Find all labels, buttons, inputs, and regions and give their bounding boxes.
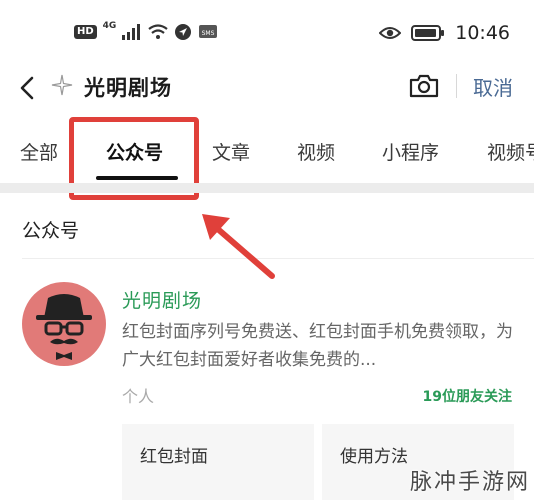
svg-text:SMS: SMS: [202, 30, 215, 37]
watermark: 脉冲手游网: [409, 470, 530, 495]
clock: 10:46: [455, 22, 510, 44]
back-button[interactable]: [14, 72, 42, 104]
sms-icon: SMS: [199, 25, 218, 38]
menu-item-red-envelope-cover[interactable]: 红包封面: [122, 424, 314, 500]
section-title: 公众号: [22, 220, 80, 242]
status-right: 10:46: [379, 22, 510, 44]
tab-channels[interactable]: 视频号: [487, 138, 534, 165]
header-divider: [456, 74, 457, 98]
annotation-arrow-icon: [202, 214, 275, 279]
sparkle-icon: [50, 73, 74, 97]
account-description: 红包封面序列号免费送、红包封面手机免费领取，为广大红包封面爱好者收集免费的...: [122, 322, 513, 370]
status-left: HD 4G SMS: [74, 21, 218, 41]
section-separator: [0, 183, 534, 193]
chevron-left-icon: [20, 76, 34, 100]
tab-mini-programs[interactable]: 小程序: [382, 138, 439, 165]
network-type: 4G: [102, 21, 117, 31]
signal-icon: [122, 24, 141, 40]
tab-all[interactable]: 全部: [20, 138, 58, 165]
camera-icon: [409, 74, 439, 98]
search-header: 光明剧场 取消: [0, 66, 534, 110]
eye-icon: [379, 27, 402, 39]
cancel-button[interactable]: 取消: [473, 72, 513, 101]
search-query[interactable]: 光明剧场: [84, 72, 172, 102]
camera-button[interactable]: [408, 72, 440, 100]
account-type: 个人: [122, 387, 155, 406]
tab-articles[interactable]: 文章: [212, 138, 250, 165]
wifi-icon: [148, 24, 169, 39]
status-bar: HD 4G SMS 10:46: [0, 0, 534, 66]
account-avatar[interactable]: [22, 282, 106, 366]
friends-following-count: 19位朋友关注: [422, 389, 512, 405]
hd-badge: HD: [74, 25, 97, 39]
account-name[interactable]: 光明剧场: [122, 286, 202, 313]
location-icon: [175, 24, 192, 40]
tab-videos[interactable]: 视频: [297, 138, 335, 165]
battery-icon: [411, 25, 445, 41]
mustache-man-icon: [36, 294, 92, 360]
